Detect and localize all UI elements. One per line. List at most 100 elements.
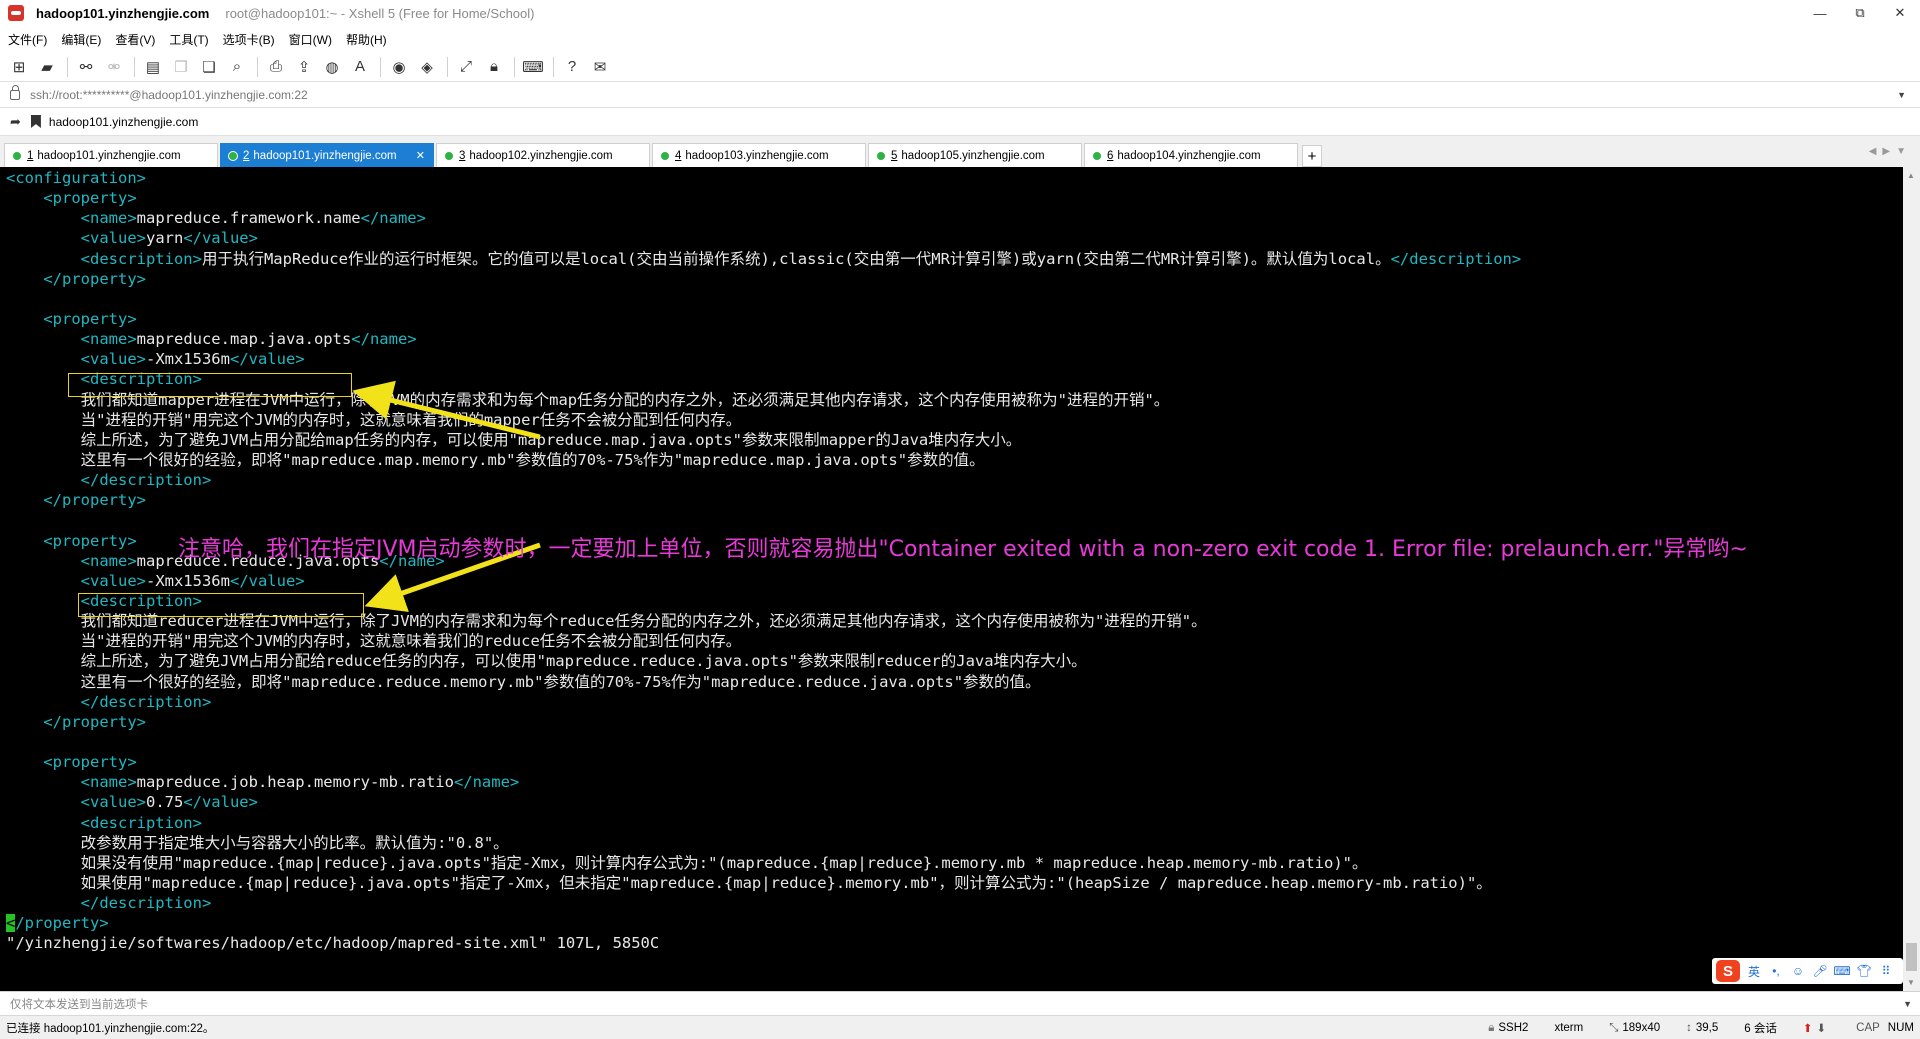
new-tab-button[interactable]: + — [1302, 145, 1322, 167]
emoji-icon[interactable]: ☺ — [1789, 962, 1807, 980]
resize-icon: ⤡ — [1609, 1021, 1619, 1034]
connected-status-icon — [661, 151, 669, 160]
tab-session-2[interactable]: 2 hadoop101.yinzhengjie.com ✕ — [220, 143, 434, 167]
transfer-icon[interactable]: ⇪ — [291, 55, 317, 79]
toolbar-divider — [67, 56, 68, 77]
skin-icon[interactable]: 👕︎ — [1855, 962, 1873, 980]
tab-number: 1 — [27, 149, 34, 162]
tab-label: hadoop101.yinzhengjie.com — [253, 149, 397, 162]
transfer-status: ⬆ ⬇ — [1803, 1021, 1830, 1035]
bookmark-link[interactable]: hadoop101.yinzhengjie.com — [49, 115, 198, 129]
menu-window[interactable]: 窗口(W) — [289, 31, 332, 48]
print-icon[interactable]: ⎙ — [263, 55, 289, 79]
find-icon[interactable]: ⌕ — [224, 55, 250, 79]
tab-label: hadoop101.yinzhengjie.com — [37, 149, 181, 162]
tab-number: 5 — [891, 149, 898, 162]
toolbar-divider — [257, 56, 258, 77]
chevron-down-icon[interactable]: ▼ — [1897, 90, 1906, 100]
tab-session-1[interactable]: 1 hadoop101.yinzhengjie.com — [4, 143, 218, 167]
terminal[interactable]: <configuration> <property> <name>mapredu… — [0, 167, 1903, 991]
xshell-logo-icon — [8, 5, 24, 21]
chat-icon[interactable]: ✉ — [587, 55, 613, 79]
tab-label: hadoop104.yinzhengjie.com — [1117, 149, 1261, 162]
microphone-icon[interactable]: 🎤︎ — [1811, 962, 1829, 980]
toolbar: ⊞ ▰ ⚯ ⚮ ▤ ❐ ❏ ⌕ ⎙ ⇪ ◍ A ◉ ◈ ⤢ 🔒︎ ⌨ ? ✉ — [0, 52, 1920, 82]
tab-session-3[interactable]: 3 hadoop102.yinzhengjie.com — [436, 143, 650, 167]
connected-status-icon — [1093, 151, 1101, 160]
tab-number: 3 — [459, 149, 466, 162]
download-arrow-icon: ⬇ — [1816, 1023, 1827, 1035]
sogou-logo-icon[interactable]: S — [1716, 960, 1740, 982]
fullscreen-icon[interactable]: ⤢ — [453, 55, 479, 79]
toolbar-divider — [380, 56, 381, 77]
help-icon[interactable]: ? — [559, 55, 585, 79]
tab-session-5[interactable]: 5 hadoop105.yinzhengjie.com — [868, 143, 1082, 167]
terminal-type-status: xterm — [1554, 1022, 1584, 1034]
lock-icon: 🔒︎ — [1488, 1021, 1495, 1034]
toolbar-divider — [514, 56, 515, 77]
arrow-icon[interactable]: ➦ — [10, 114, 21, 130]
arrow-to-map-value — [352, 380, 541, 440]
window-subtitle: root@hadoop101:~ - Xshell 5 (Free for Ho… — [225, 5, 535, 21]
tab-session-6[interactable]: 6 hadoop104.yinzhengjie.com — [1084, 143, 1298, 167]
lock-icon[interactable]: 🔒︎ — [481, 55, 507, 79]
scrollbar-thumb[interactable] — [1906, 943, 1917, 971]
scroll-down-icon[interactable]: ▼ — [1907, 978, 1915, 987]
properties-icon[interactable]: ▤ — [140, 55, 166, 79]
ime-mode[interactable]: 英 — [1745, 962, 1763, 980]
globe-icon[interactable]: ◍ — [319, 55, 345, 79]
num-lock-status: NUM — [1887, 1022, 1914, 1034]
reconnect-icon[interactable]: ⚯ — [73, 55, 99, 79]
tab-number: 4 — [675, 149, 682, 162]
terminal-scrollbar[interactable]: ▲ ▼ — [1903, 167, 1920, 991]
tab-number: 2 — [243, 149, 250, 162]
grid-menu-icon[interactable]: ⠿ — [1877, 962, 1895, 980]
punctuation-icon[interactable]: •, — [1767, 962, 1785, 980]
xftp-icon[interactable]: ◉ — [386, 55, 412, 79]
open-folder-icon[interactable]: ▰ — [34, 55, 60, 79]
restore-button[interactable]: ⧉ — [1840, 0, 1880, 26]
annotation-text: 注意哈，我们在指定JVM启动参数时，一定要加上单位，否则就容易抛出"Contai… — [178, 537, 1748, 562]
caps-lock-status: CAP — [1856, 1022, 1880, 1034]
font-icon[interactable]: A — [347, 55, 373, 79]
lock-icon — [10, 84, 20, 100]
menu-tools[interactable]: 工具(T) — [169, 31, 208, 48]
cursor-icon: ↕ — [1686, 1022, 1692, 1034]
address-bar[interactable]: ssh://root:**********@hadoop101.yinzheng… — [0, 82, 1920, 108]
menu-tabs[interactable]: 选项卡(B) — [223, 31, 275, 48]
tab-label: hadoop103.yinzhengjie.com — [685, 149, 829, 162]
menu-view[interactable]: 查看(V) — [115, 31, 155, 48]
keyboard-icon[interactable]: ⌨ — [520, 55, 546, 79]
new-session-icon[interactable]: ⊞ — [6, 55, 32, 79]
status-bar: 已连接 hadoop101.yinzhengjie.com:22。 🔒︎ SSH2… — [0, 1015, 1920, 1039]
minimize-button[interactable]: — — [1800, 0, 1840, 26]
chevron-down-icon[interactable]: ▼ — [1903, 999, 1912, 1009]
keyboard-icon[interactable]: ⌨ — [1833, 962, 1851, 980]
arrows-overlay — [352, 380, 541, 612]
tab-bar: 1 hadoop101.yinzhengjie.com 2 hadoop101.… — [0, 140, 1920, 167]
session-count-status: 6 会话 — [1744, 1023, 1777, 1035]
xagent-icon[interactable]: ◈ — [414, 55, 440, 79]
menu-edit[interactable]: 编辑(E) — [61, 31, 101, 48]
connected-status-icon — [13, 151, 21, 160]
tab-scroll-arrows-icon[interactable]: ◀▶▼ — [1869, 146, 1912, 157]
ime-toolbar: S 英 •, ☺ 🎤︎ ⌨ 👕︎ ⠿ — [1712, 958, 1903, 984]
window-size-status: ⤡ 189x40 — [1609, 1021, 1661, 1035]
connected-status-icon — [445, 151, 453, 160]
tab-number: 6 — [1107, 149, 1114, 162]
copy-icon[interactable]: ❐ — [168, 55, 194, 79]
scroll-up-icon[interactable]: ▲ — [1907, 171, 1915, 180]
address-field[interactable]: ssh://root:**********@hadoop101.yinzheng… — [30, 88, 308, 102]
tab-label: hadoop102.yinzhengjie.com — [469, 149, 613, 162]
compose-bar[interactable]: 仅将文本发送到当前选项卡 ▼ — [0, 991, 1920, 1015]
paste-icon[interactable]: ❏ — [196, 55, 222, 79]
disconnect-icon[interactable]: ⚮ — [101, 55, 127, 79]
toolbar-divider — [553, 56, 554, 77]
tab-session-4[interactable]: 4 hadoop103.yinzhengjie.com — [652, 143, 866, 167]
menu-file[interactable]: 文件(F) — [8, 31, 47, 48]
tab-close-icon[interactable]: ✕ — [416, 149, 425, 162]
toolbar-divider — [134, 56, 135, 77]
menu-help[interactable]: 帮助(H) — [346, 31, 387, 48]
cursor-position-status: ↕ 39,5 — [1686, 1022, 1719, 1034]
close-button[interactable]: ✕ — [1880, 0, 1920, 26]
